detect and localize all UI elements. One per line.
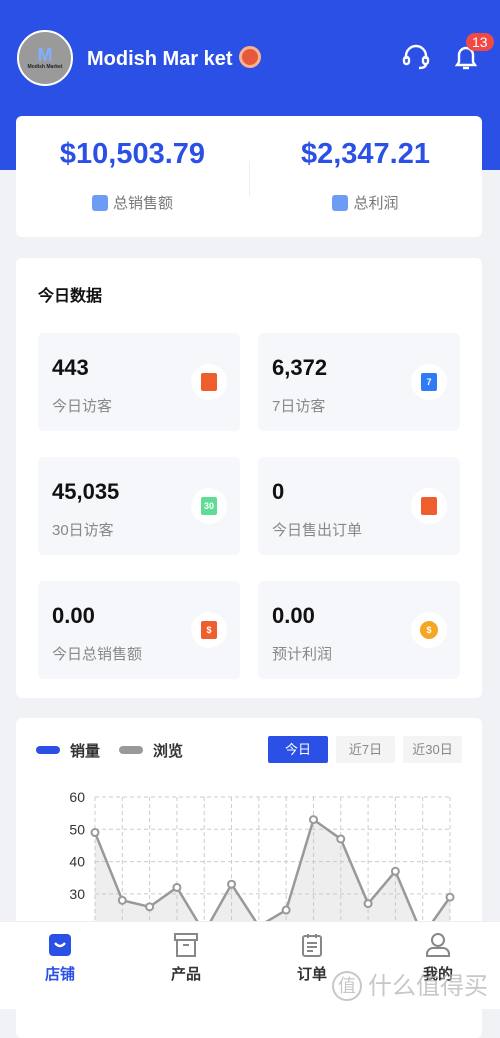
data-point (227, 879, 237, 889)
data-point (90, 828, 100, 838)
data-point (117, 895, 127, 905)
calendar-7-icon: 7 (411, 364, 447, 400)
stat-label: 30日访客 (52, 522, 114, 539)
stat-value: 0.00 (52, 603, 95, 628)
stat-value: 0.00 (272, 603, 315, 628)
user-icon (426, 933, 450, 957)
y-tick-label: 40 (69, 854, 85, 870)
today-data-card: 今日数据 443 今日访客 6,372 7日访客 7 45,035 30日访客 30 0 今日售出… (16, 258, 482, 698)
stat-card[interactable]: 6,372 7日访客 7 (258, 333, 460, 431)
stat-value: 6,372 (272, 355, 328, 380)
calendar-30-icon: 30 (191, 488, 227, 524)
notification-badge: 13 (466, 33, 494, 51)
stat-value: 0 (272, 479, 285, 504)
store-avatar[interactable]: M Modish Market (17, 30, 73, 86)
stat-card[interactable]: 0 今日售出订单 (258, 457, 460, 555)
total-sales-label: 总销售额 (16, 192, 249, 213)
divider (249, 161, 250, 196)
hand-coin-icon (332, 195, 349, 211)
data-point (336, 834, 346, 844)
tab-products[interactable]: 产品 (146, 922, 226, 984)
data-point (308, 815, 318, 825)
data-point (390, 866, 400, 876)
shopping-bag-icon: $ (191, 612, 227, 648)
stat-label: 今日访客 (52, 398, 113, 415)
stat-card[interactable]: 443 今日访客 (38, 333, 240, 431)
coin-icon: $ (411, 612, 447, 648)
data-point (363, 899, 373, 909)
total-profit-label: 总利润 (249, 192, 482, 213)
medal-icon (238, 46, 261, 68)
stat-card[interactable]: 45,035 30日访客 30 (38, 457, 240, 555)
stat-label: 今日总销售额 (52, 646, 143, 663)
total-sales-value: $10,503.79 (59, 138, 206, 170)
clipboard-icon (302, 934, 322, 957)
headset-icon[interactable] (401, 42, 431, 72)
stat-label: 7日访客 (272, 398, 326, 415)
stat-card[interactable]: 0.00 预计利润 $ (258, 581, 460, 679)
y-tick-label: 50 (69, 821, 85, 837)
data-point (281, 905, 291, 915)
order-grid-icon (411, 488, 447, 524)
y-tick-label: 30 (69, 886, 85, 902)
stat-value: 443 (52, 355, 89, 380)
house-dollar-icon (91, 195, 108, 211)
stat-label: 今日售出订单 (272, 522, 363, 539)
shop-bag-icon (49, 934, 71, 956)
store-name: Modish Mar ket (87, 46, 261, 71)
visitor-card-icon (191, 364, 227, 400)
stat-label: 预计利润 (272, 646, 333, 663)
data-point (445, 892, 455, 902)
watermark: 值什么值得买 (332, 966, 488, 1001)
summary-card: $10,503.79 $2,347.21 总销售额 总利润 (16, 116, 482, 237)
y-tick-label: 60 (69, 789, 85, 805)
data-point (172, 882, 182, 892)
stat-value: 45,035 (52, 479, 120, 504)
tab-store[interactable]: 店铺 (20, 922, 100, 984)
box-icon (174, 933, 198, 957)
section-title: 今日数据 (38, 288, 103, 305)
total-profit-value: $2,347.21 (300, 138, 430, 170)
stat-card[interactable]: 0.00 今日总销售额 $ (38, 581, 240, 679)
data-point (145, 902, 155, 912)
